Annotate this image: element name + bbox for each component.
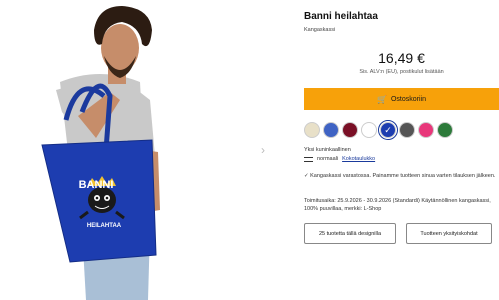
color-swatches: ✓ — [304, 120, 453, 140]
product-price: 16,49 € — [378, 50, 425, 66]
product-details-button[interactable]: Tuotteen yksityiskohdat — [406, 223, 492, 244]
add-to-cart-label: Ostoskoriin — [390, 95, 426, 103]
cart-icon: 🛒 — [377, 94, 387, 104]
bag-print-title: BANNI — [79, 179, 114, 191]
color-swatch-natural[interactable] — [304, 122, 320, 138]
delivery-info: Toimitusaika: 25.9.2026 - 30.9.2026 (Sta… — [304, 198, 491, 212]
price-note: Sis. ALV:n (EU), postikulut lisätään — [359, 69, 444, 75]
size-row: normaali Kokotaulukko — [304, 156, 375, 162]
color-swatch-graphite[interactable] — [399, 122, 415, 138]
add-to-cart-button[interactable]: 🛒 Ostoskoriin — [304, 88, 499, 110]
secondary-buttons: 25 tuotetta tällä designilla Tuotteen yk… — [304, 223, 492, 244]
size-value: normaali — [317, 156, 339, 162]
product-title: Banni heilahtaa — [304, 11, 378, 22]
color-swatch-burgundy[interactable] — [342, 122, 358, 138]
size-label: Yksi kuninkaallinen — [304, 147, 351, 153]
color-swatch-pink[interactable] — [418, 122, 434, 138]
model-with-bag-illustration: BANNI HEILAHTAA — [0, 0, 265, 300]
product-image: BANNI HEILAHTAA — [0, 0, 265, 300]
product-subtitle: Kangaskassi — [304, 27, 336, 33]
check-icon: ✓ — [384, 125, 392, 135]
stock-note-text: Kangaskassi varastossa. Painamme tuottee… — [310, 173, 496, 179]
color-swatch-white[interactable] — [361, 122, 377, 138]
size-chart-link[interactable]: Kokotaulukko — [342, 156, 375, 162]
size-equals-icon — [304, 156, 313, 162]
color-swatch-royal-blue[interactable]: ✓ — [378, 120, 398, 140]
stock-note: ✓ Kangaskassi varastossa. Painamme tuott… — [304, 172, 499, 180]
product-details-panel: Banni heilahtaa Kangaskassi 16,49 € Sis.… — [304, 0, 499, 300]
chevron-right-icon[interactable]: › — [256, 142, 270, 158]
bag-print-subtitle: HEILAHTAA — [87, 223, 122, 229]
color-swatch-royal-blue-light[interactable] — [323, 122, 339, 138]
more-designs-button[interactable]: 25 tuotetta tällä designilla — [304, 223, 396, 244]
color-swatch-green[interactable] — [437, 122, 453, 138]
